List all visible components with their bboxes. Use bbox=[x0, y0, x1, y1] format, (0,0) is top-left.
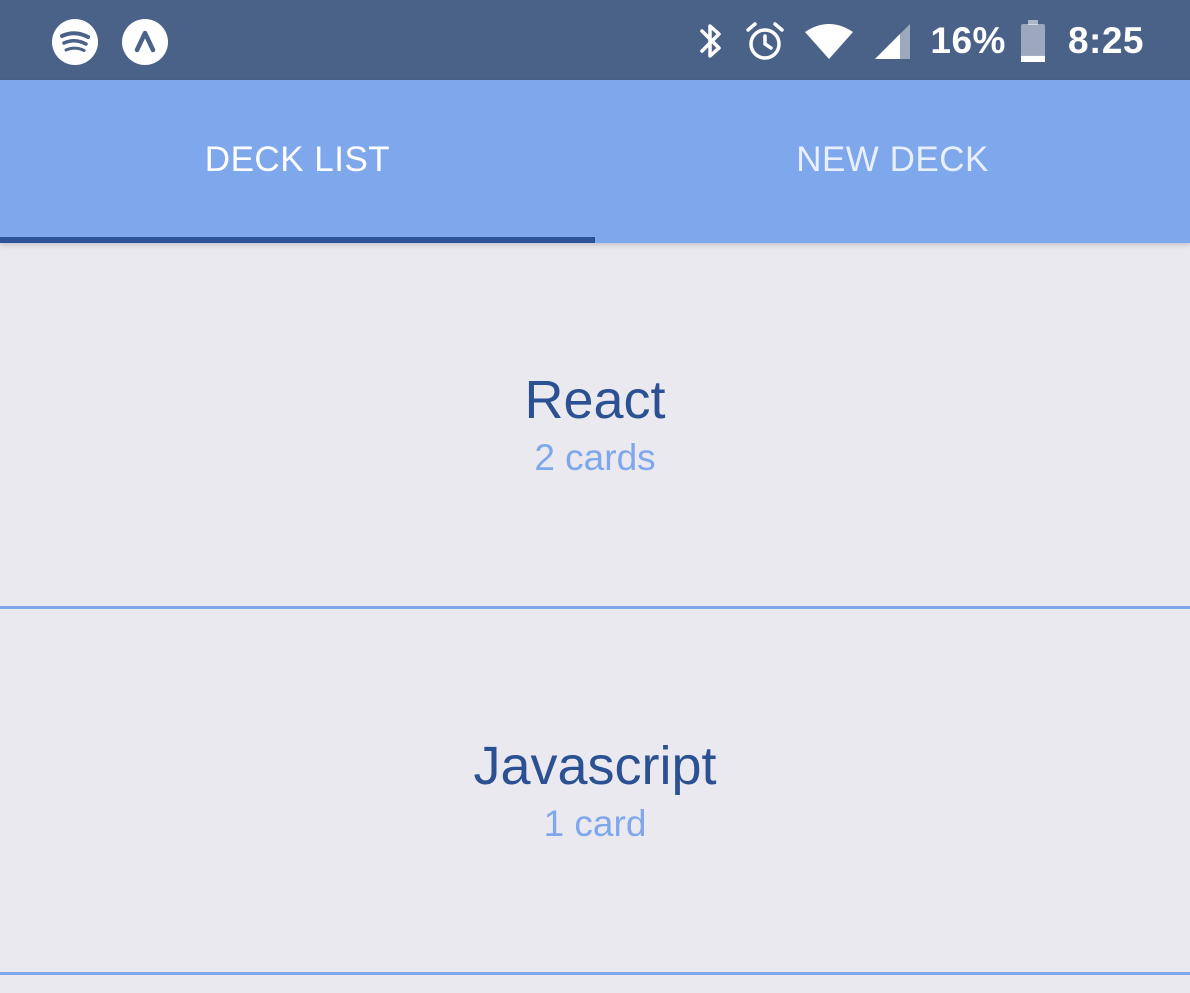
deck-card-count: 1 card bbox=[543, 802, 647, 844]
deck-item-react[interactable]: React 2 cards bbox=[0, 243, 1190, 609]
deck-title: Javascript bbox=[473, 735, 717, 796]
bluetooth-icon bbox=[700, 24, 722, 58]
alarm-icon bbox=[746, 22, 785, 60]
deck-item-javascript[interactable]: Javascript 1 card bbox=[0, 609, 1190, 975]
status-bar-notifications bbox=[52, 19, 168, 65]
deck-card-count: 2 cards bbox=[534, 436, 656, 478]
battery-icon bbox=[1020, 20, 1045, 62]
expo-icon bbox=[122, 19, 168, 65]
tab-bar: DECK LIST NEW DECK bbox=[0, 80, 1190, 243]
status-bar: 16% 8:25 bbox=[0, 0, 1190, 80]
deck-title: React bbox=[524, 369, 666, 430]
clock: 8:25 bbox=[1067, 20, 1144, 61]
spotify-icon bbox=[52, 19, 98, 65]
tab-new-deck[interactable]: NEW DECK bbox=[595, 80, 1190, 243]
status-bar-system: 16% 8:25 bbox=[696, 15, 1144, 67]
deck-list: React 2 cards Javascript 1 card bbox=[0, 243, 1190, 975]
battery-percent: 16% bbox=[930, 20, 1006, 61]
wifi-icon bbox=[805, 24, 854, 59]
cell-signal-icon bbox=[875, 24, 911, 59]
tab-deck-list[interactable]: DECK LIST bbox=[0, 80, 595, 243]
